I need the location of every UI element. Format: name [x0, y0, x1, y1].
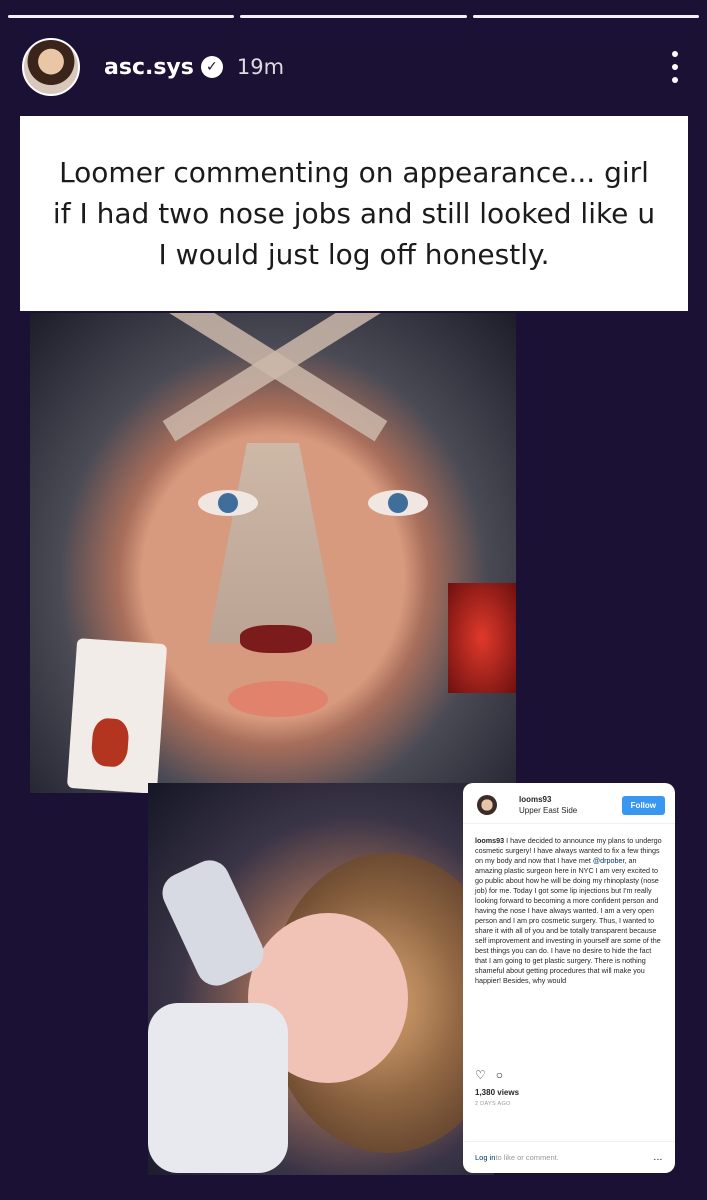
heart-icon: ♡: [475, 1068, 486, 1082]
ig-footer: Log in to like or comment. ...: [463, 1141, 675, 1173]
red-fabric: [448, 583, 516, 693]
caption-text: Loomer commenting on appearance... girl …: [52, 156, 656, 271]
progress-segment: [240, 15, 467, 18]
comment-icon: ○: [495, 1068, 504, 1082]
instagram-post-screenshot: looms93 Upper East Side Follow looms93 I…: [463, 783, 675, 1173]
ig-post-header: looms93 Upper East Side Follow: [463, 783, 675, 824]
ig-caption-text: , an amazing plastic surgeon here in NYC…: [475, 856, 661, 985]
caption-box: Loomer commenting on appearance... girl …: [20, 116, 688, 311]
follow-button: Follow: [621, 795, 665, 815]
ig-views: 1,380 views: [475, 1088, 520, 1097]
nose-splint: [208, 443, 338, 643]
avatar: [477, 795, 497, 815]
progress-segment: [8, 15, 235, 18]
eye: [198, 490, 258, 516]
ig-location: Upper East Side: [519, 806, 578, 815]
gauze: [66, 638, 168, 793]
story-header: asc.sys ✓ 19m: [22, 36, 685, 98]
story-timestamp: 19m: [236, 55, 285, 79]
ig-action-bar: ♡ ○: [463, 1062, 675, 1088]
ig-caption: looms93 I have decided to announce my pl…: [463, 824, 675, 1062]
more-vertical-icon[interactable]: [665, 51, 685, 83]
progress-segment: [472, 15, 699, 18]
post-photo-bandaged-face: [30, 313, 516, 793]
story-username[interactable]: asc.sys: [104, 55, 194, 80]
blood-mark: [240, 625, 312, 653]
more-horizontal-icon: ...: [653, 1153, 663, 1162]
ig-mention: @drpober: [592, 856, 625, 865]
ig-login-link: Log in: [475, 1153, 496, 1162]
ig-timestamp: 2 DAYS AGO: [475, 1101, 511, 1107]
ig-username: looms93: [519, 795, 552, 804]
post-photo-lip-injection: [148, 783, 494, 1175]
eye: [368, 490, 428, 516]
gloved-hand: [148, 1003, 288, 1173]
ig-caption-user: looms93: [475, 836, 505, 845]
ig-login-rest: to like or comment.: [495, 1153, 559, 1162]
lips: [228, 681, 328, 717]
story-progress-bar: [8, 15, 699, 19]
verified-badge-icon: ✓: [200, 56, 223, 78]
avatar[interactable]: [22, 38, 80, 96]
